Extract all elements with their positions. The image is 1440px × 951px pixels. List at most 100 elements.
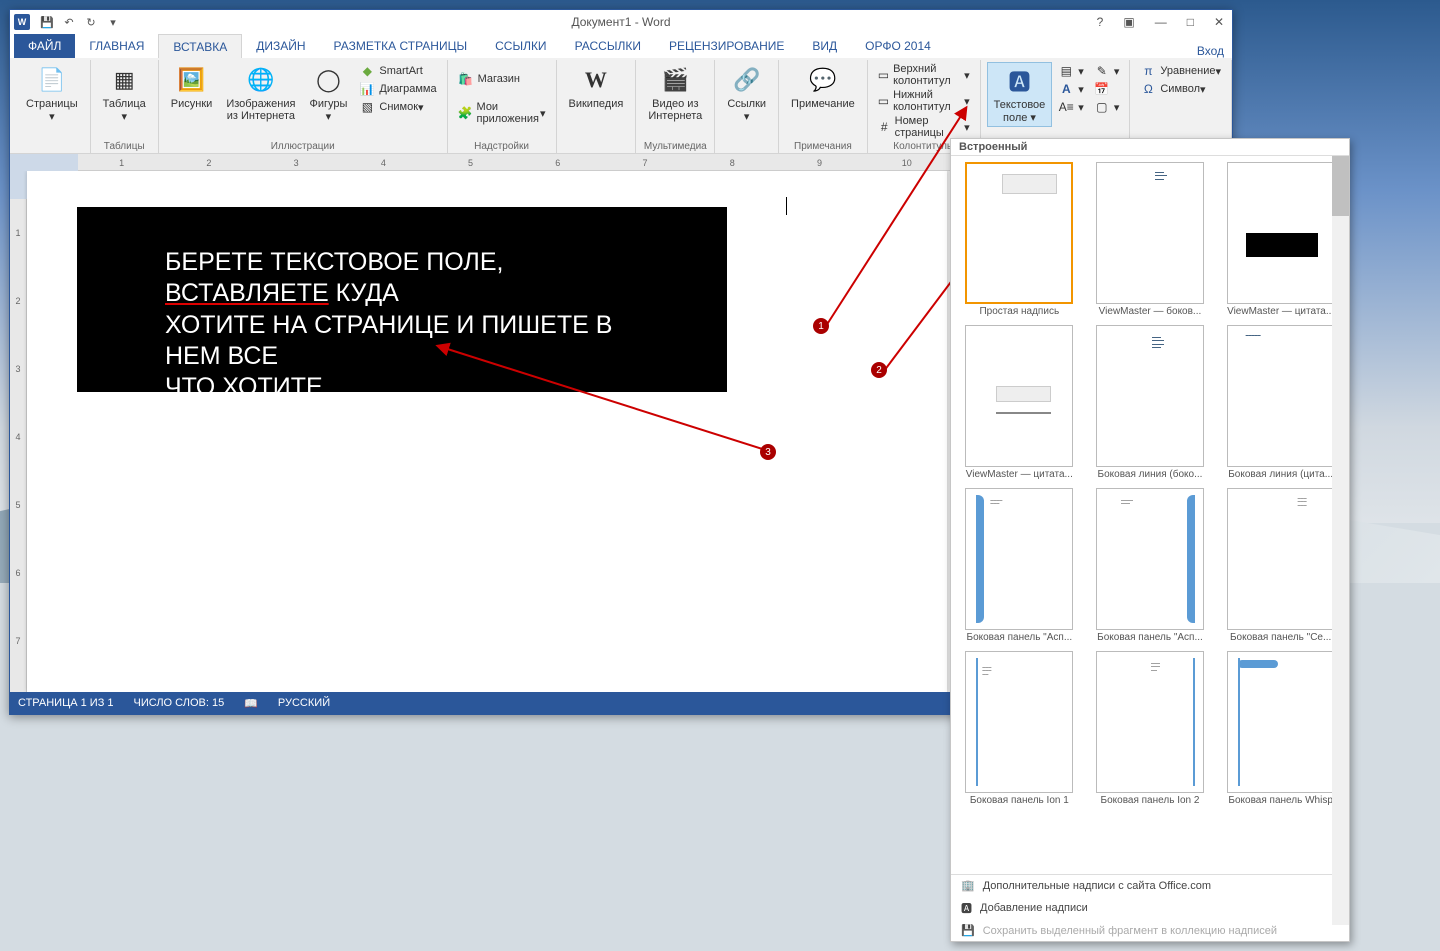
status-proof-icon[interactable]: 📖 (244, 697, 258, 710)
object-icon: ▢ (1094, 99, 1110, 115)
status-page[interactable]: СТРАНИЦА 1 ИЗ 1 (18, 697, 114, 709)
annotation-2: 2 (871, 362, 887, 378)
wikipedia-icon: W (580, 64, 612, 96)
gallery-thumbnail: ▬▬▬▬▬▬▬▬▬▬▬▬▬▬ (1096, 325, 1204, 467)
draw-text-box[interactable]: 🅰Добавление надписи (951, 896, 1349, 920)
gallery-thumbnail (1227, 162, 1335, 304)
datetime-button[interactable]: 📅 (1090, 80, 1124, 98)
minimize-button[interactable]: — (1151, 13, 1171, 31)
gallery-item[interactable]: ▬▬▬▬▬▬▬Боковая панель "Асп... (1088, 488, 1213, 643)
pages-button[interactable]: 📄 Страницы▾ (20, 62, 84, 125)
help-button[interactable]: ? (1093, 13, 1108, 31)
inserted-text-box[interactable]: БЕРЕТЕ ТЕКСТОВОЕ ПОЛЕ, ВСТАВЛЯЕТЕ КУДА Х… (77, 207, 727, 392)
smartart-icon: ◆ (359, 63, 375, 79)
save-icon: 💾 (961, 924, 975, 937)
status-word-count[interactable]: ЧИСЛО СЛОВ: 15 (134, 697, 225, 709)
more-textboxes-online[interactable]: 🏢Дополнительные надписи с сайта Office.c… (951, 875, 1349, 896)
online-pictures-icon: 🌐 (245, 64, 277, 96)
gallery-item[interactable]: Простая надпись (957, 162, 1082, 317)
tab-orfo[interactable]: ОРФО 2014 (851, 34, 945, 58)
smartart-button[interactable]: ◆SmartArt (355, 62, 440, 80)
gallery-item[interactable]: ▬▬▬▬▬▬▬▬▬▬ViewMaster — боков... (1088, 162, 1213, 317)
tab-file[interactable]: ФАЙЛ (14, 34, 75, 58)
equation-button[interactable]: πУравнение ▾ (1136, 62, 1225, 80)
screenshot-icon: ▧ (359, 99, 375, 115)
drop-cap-button[interactable]: A≡▾ (1054, 98, 1088, 116)
gallery-thumbnail: ▬▬▬▬▬▬▬ (965, 488, 1073, 630)
gallery-item[interactable]: Боковая панель Whisp (1218, 651, 1343, 806)
save-selection-to-gallery: 💾Сохранить выделенный фрагмент в коллекц… (951, 920, 1349, 941)
signature-icon: ✎ (1094, 63, 1110, 79)
text-box-button[interactable]: 🅰 Текстовое поле ▾ (987, 62, 1053, 127)
gallery-item[interactable]: ▬▬▬▬▬Боковая линия (цита... (1218, 325, 1343, 480)
gallery-scroll-area[interactable]: Простая надпись ▬▬▬▬▬▬▬▬▬▬ViewMaster — бо… (951, 156, 1349, 874)
table-button[interactable]: ▦ Таблица▾ (97, 62, 152, 125)
gallery-item-label: Простая надпись (965, 306, 1073, 317)
chart-icon: 📊 (359, 81, 375, 97)
qat-customize-button[interactable]: ▾ (104, 13, 122, 31)
footer-button[interactable]: ▭Нижний колонтитул ▾ (874, 88, 974, 114)
qat-redo-button[interactable]: ↻ (82, 13, 100, 31)
gallery-item[interactable]: ViewMaster — цитата... (1218, 162, 1343, 317)
group-label-apps: Надстройки (448, 141, 556, 152)
header-icon: ▭ (878, 67, 889, 83)
gallery-item[interactable]: ▬▬▬▬▬▬▬▬Боковая панель Ion 1 (957, 651, 1082, 806)
gallery-item-label: Боковая линия (цита... (1227, 469, 1335, 480)
object-button[interactable]: ▢▾ (1090, 98, 1124, 116)
close-button[interactable]: ✕ (1210, 13, 1228, 31)
gallery-item[interactable]: ViewMaster — цитата... (957, 325, 1082, 480)
signature-button[interactable]: ✎▾ (1090, 62, 1124, 80)
gallery-item-label: Боковая панель "Асп... (1096, 632, 1204, 643)
ribbon-display-button[interactable]: ▣ (1119, 13, 1138, 31)
vertical-ruler[interactable]: 1234567 (10, 171, 27, 692)
quick-parts-button[interactable]: ▤▾ (1054, 62, 1088, 80)
gallery-scrollbar[interactable] (1332, 156, 1349, 925)
wordart-button[interactable]: A▾ (1054, 80, 1088, 98)
screenshot-button[interactable]: ▧Снимок ▾ (355, 98, 440, 116)
status-language[interactable]: РУССКИЙ (278, 697, 330, 709)
gallery-item[interactable]: ▬▬▬▬▬▬▬▬▬▬▬▬▬▬ Боковая линия (боко... (1088, 325, 1213, 480)
login-link[interactable]: Вход (1197, 44, 1224, 58)
page-number-button[interactable]: #Номер страницы ▾ (874, 114, 974, 140)
header-button[interactable]: ▭Верхний колонтитул ▾ (874, 62, 974, 88)
symbol-icon: Ω (1140, 81, 1156, 97)
my-apps-button[interactable]: 🧩Мои приложения ▾ (454, 100, 550, 126)
gallery-thumbnail (1227, 651, 1335, 793)
tab-design[interactable]: ДИЗАЙН (242, 34, 319, 58)
gallery-item-label: ViewMaster — цитата... (965, 469, 1073, 480)
tab-layout[interactable]: РАЗМЕТКА СТРАНИЦЫ (320, 34, 482, 58)
dropcap-icon: A≡ (1058, 99, 1074, 115)
online-video-button[interactable]: 🎬Видео изИнтернета (642, 62, 708, 124)
symbol-button[interactable]: ΩСимвол ▾ (1136, 80, 1225, 98)
tab-review[interactable]: РЕЦЕНЗИРОВАНИЕ (655, 34, 798, 58)
store-button[interactable]: 🛍️Магазин (454, 70, 550, 88)
title-bar: W 💾 ↶ ↻ ▾ Документ1 - Word ? ▣ — □ ✕ (10, 10, 1232, 34)
qat-save-button[interactable]: 💾 (38, 13, 56, 31)
tab-mailings[interactable]: РАССЫЛКИ (561, 34, 655, 58)
gallery-item-label: Боковая линия (боко... (1096, 469, 1204, 480)
text-box-gallery: Встроенный Простая надпись ▬▬▬▬▬▬▬▬▬▬View… (950, 138, 1350, 942)
tab-references[interactable]: ССЫЛКИ (481, 34, 560, 58)
links-icon: 🔗 (731, 64, 763, 96)
wikipedia-button[interactable]: WВикипедия (563, 62, 630, 112)
group-label-media: Мультимедиа (636, 141, 714, 152)
gallery-item[interactable]: ▬▬▬▬▬▬▬▬▬Боковая панель "Се... (1218, 488, 1343, 643)
gallery-item-label: Боковая панель "Се... (1227, 632, 1335, 643)
datetime-icon: 📅 (1094, 81, 1110, 97)
shapes-button[interactable]: ◯Фигуры▾ (303, 62, 353, 125)
tab-view[interactable]: ВИД (798, 34, 851, 58)
tab-insert[interactable]: ВСТАВКА (158, 34, 242, 58)
maximize-button[interactable]: □ (1183, 13, 1198, 31)
comment-button[interactable]: 💬Примечание (785, 62, 861, 112)
gallery-header: Встроенный (951, 139, 1349, 156)
quickparts-icon: ▤ (1058, 63, 1074, 79)
online-pictures-button[interactable]: 🌐Изображенияиз Интернета (220, 62, 301, 125)
pictures-button[interactable]: 🖼️Рисунки (165, 62, 219, 125)
gallery-item[interactable]: ▬▬▬▬▬▬▬▬Боковая панель Ion 2 (1088, 651, 1213, 806)
qat-undo-button[interactable]: ↶ (60, 13, 78, 31)
chart-button[interactable]: 📊Диаграмма (355, 80, 440, 98)
links-button[interactable]: 🔗Ссылки▾ (721, 62, 772, 125)
gallery-item[interactable]: ▬▬▬▬▬▬▬Боковая панель "Асп... (957, 488, 1082, 643)
document-page[interactable]: БЕРЕТЕ ТЕКСТОВОЕ ПОЛЕ, ВСТАВЛЯЕТЕ КУДА Х… (27, 171, 947, 692)
tab-home[interactable]: ГЛАВНАЯ (75, 34, 158, 58)
